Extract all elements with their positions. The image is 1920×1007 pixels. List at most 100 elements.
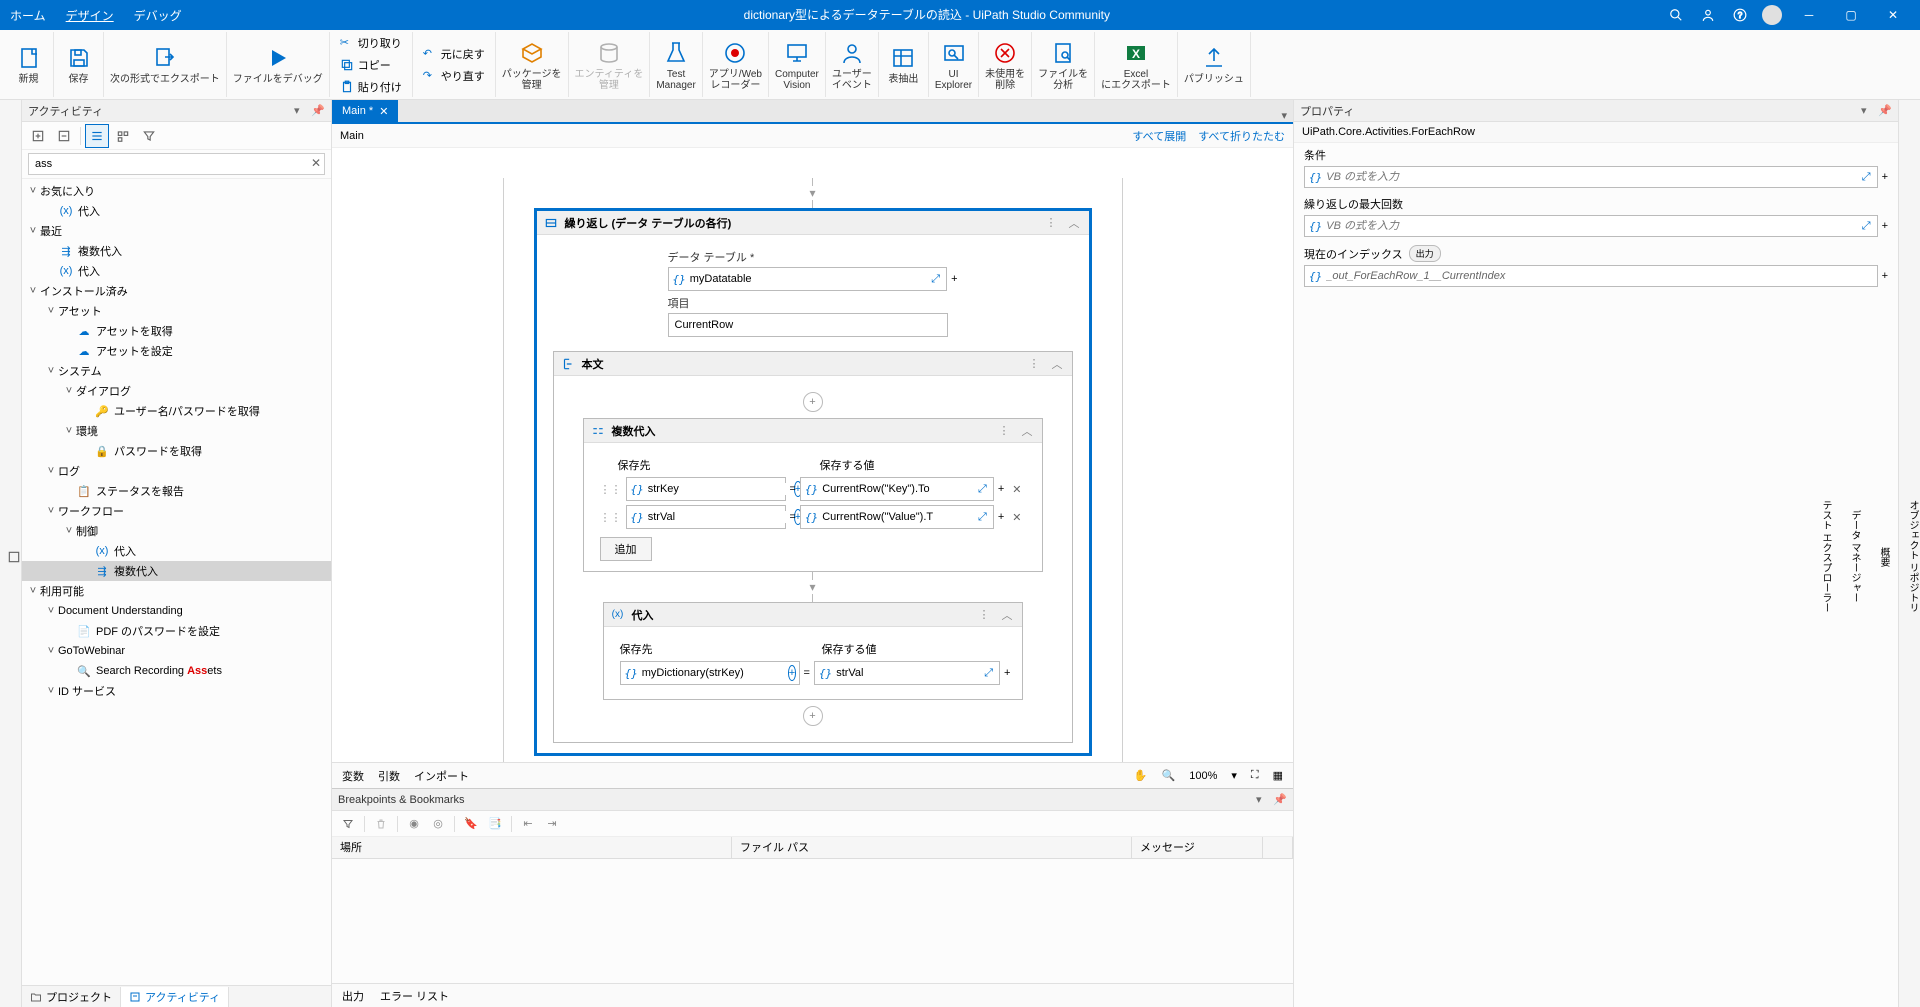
body-collapse-icon[interactable]: ︿ (1049, 356, 1066, 372)
menu-home[interactable]: ホーム (0, 7, 56, 24)
ribbon-publish[interactable]: パブリッシュ (1178, 32, 1251, 97)
multi-assign-menu-icon[interactable]: ⋮ (996, 424, 1013, 437)
maximize-button[interactable]: ▢ (1832, 0, 1870, 30)
data-table-input[interactable]: {} ⤢ (668, 267, 948, 291)
multi-assign-activity[interactable]: 複数代入 ⋮ ︿ 保存先 (583, 418, 1043, 572)
bp-col-filepath[interactable]: ファイル パス (732, 837, 1132, 858)
activities-search-input[interactable] (28, 153, 325, 175)
ribbon-save[interactable]: 保存 (54, 32, 104, 97)
bp-disable-icon[interactable]: ◎ (428, 814, 448, 834)
multi-assign-collapse-icon[interactable]: ︿ (1019, 423, 1036, 439)
tree-item-assign[interactable]: (x)代入 (22, 201, 331, 221)
tree-item-search_recording[interactable]: 🔍Search Recording Assets (22, 661, 331, 681)
activity-collapse-icon[interactable]: ︿ (1066, 215, 1083, 231)
bp-dropdown-icon[interactable]: ▾ (1256, 793, 1270, 807)
tree-item-set_asset[interactable]: ☁アセットを設定 (22, 341, 331, 361)
user-avatar[interactable] (1758, 0, 1786, 30)
tree-item-asset[interactable]: ˅アセット (22, 301, 331, 321)
expand-all-link[interactable]: すべて展開 (1132, 128, 1186, 144)
prop-condition-expand-icon[interactable]: ⤢ (1860, 171, 1873, 184)
tree-item-get_password[interactable]: 🔒パスワードを取得 (22, 441, 331, 461)
panel-dropdown-icon[interactable]: ▾ (294, 104, 308, 118)
ribbon-new[interactable]: 新規 (4, 32, 54, 97)
imports-tab[interactable]: インポート (414, 768, 469, 784)
assign-value-plus-icon[interactable]: + (1004, 667, 1010, 679)
overview-icon[interactable]: ▦ (1273, 769, 1283, 782)
expand-all-button[interactable] (26, 124, 50, 148)
props-dropdown-icon[interactable]: ▾ (1861, 104, 1875, 118)
rail-test-explorer[interactable]: テスト エクスプローラー (1818, 496, 1833, 617)
search-icon[interactable] (1662, 0, 1690, 30)
ribbon-table-extract[interactable]: 表抽出 (879, 32, 929, 97)
tree-item-doc_understanding[interactable]: ˅Document Understanding (22, 601, 331, 621)
expand-icon[interactable]: ⤢ (976, 483, 989, 496)
ribbon-ui-explorer[interactable]: UI Explorer (929, 32, 979, 97)
bp-pin-icon[interactable]: 📌 (1273, 793, 1287, 807)
assign-menu-icon[interactable]: ⋮ (976, 608, 993, 621)
panel-pin-icon[interactable]: 📌 (311, 104, 325, 118)
left-rail-snippets-label[interactable]: スニペット (0, 528, 1, 586)
tree-item-recent[interactable]: ˅最近 (22, 221, 331, 241)
plus-icon[interactable]: + (998, 483, 1004, 495)
prop-maxiter-plus-icon[interactable]: + (1882, 220, 1888, 232)
add-assignment-button[interactable]: 追加 (600, 537, 652, 561)
tree-item-multi_assign2[interactable]: ⇶複数代入 (22, 561, 331, 581)
assign-val-input-0[interactable]: {}⤢ (800, 477, 994, 501)
assign-collapse-icon[interactable]: ︿ (999, 607, 1016, 623)
tree-item-dialog[interactable]: ˅ダイアログ (22, 381, 331, 401)
drag-handle-icon[interactable]: ⋮⋮ (600, 511, 622, 524)
rail-data-manager[interactable]: データ マネージャー (1847, 506, 1862, 607)
add-datatable-icon[interactable]: + (951, 273, 957, 285)
tree-item-system[interactable]: ˅システム (22, 361, 331, 381)
bp-next-icon[interactable]: ⇥ (542, 814, 562, 834)
tree-item-environment[interactable]: ˅環境 (22, 421, 331, 441)
body-sequence[interactable]: 本文 ⋮ ︿ + 複 (553, 351, 1073, 743)
assign-val-input-1[interactable]: {}⤢ (800, 505, 994, 529)
ribbon-remove-unused[interactable]: 未使用を 削除 (979, 32, 1032, 97)
ribbon-computer-vision[interactable]: Computer Vision (769, 32, 826, 97)
ribbon-cut[interactable]: ✂切り取り (336, 33, 406, 53)
project-tab[interactable]: プロジェクト (22, 987, 121, 1007)
collapse-all-button[interactable] (52, 124, 76, 148)
rail-outline[interactable]: 概要 (1876, 543, 1891, 571)
ribbon-analyze-file[interactable]: ファイルを 分析 (1032, 32, 1095, 97)
expand-expression-icon[interactable]: ⤢ (929, 273, 942, 286)
ribbon-app-web-recorder[interactable]: アプリ/Web レコーダー (703, 32, 769, 97)
close-button[interactable]: ✕ (1874, 0, 1912, 30)
tree-item-assign2[interactable]: (x)代入 (22, 261, 331, 281)
collapse-all-link[interactable]: すべて折りたたむ (1198, 128, 1285, 144)
tree-item-report_status[interactable]: 📋ステータスを報告 (22, 481, 331, 501)
activity-menu-icon[interactable]: ⋮ (1043, 216, 1060, 229)
tree-item-id_service[interactable]: ˅ID サービス (22, 681, 331, 701)
bp-prev-icon[interactable]: ⇤ (518, 814, 538, 834)
activities-tab[interactable]: アクティビティ (121, 987, 229, 1007)
feedback-icon[interactable] (1694, 0, 1722, 30)
item-input[interactable] (668, 313, 948, 337)
error-list-tab[interactable]: エラー リスト (380, 988, 449, 1004)
bp-delete-icon[interactable] (371, 814, 391, 834)
assign-to-input-0[interactable]: {}+ (626, 477, 786, 501)
ribbon-redo[interactable]: ↷やり直す (419, 66, 489, 86)
body-menu-icon[interactable]: ⋮ (1026, 357, 1043, 370)
expand-icon[interactable]: ⤢ (976, 511, 989, 524)
breadcrumb-main[interactable]: Main (340, 130, 364, 142)
view-list-button[interactable] (111, 124, 135, 148)
arguments-tab[interactable]: 引数 (378, 768, 400, 784)
add-activity-top[interactable]: + (803, 392, 823, 412)
bp-col-location[interactable]: 場所 (332, 837, 732, 858)
ribbon-paste[interactable]: 貼り付け (336, 77, 406, 97)
pan-icon[interactable]: ✋ (1134, 769, 1148, 782)
zoom-dropdown-icon[interactable]: ▾ (1231, 769, 1237, 782)
for-each-row-activity[interactable]: 繰り返し (データ テーブルの各行) ⋮ ︿ データ テーブル * {} ⤢ (534, 208, 1092, 756)
ribbon-export-as[interactable]: 次の形式でエクスポート (104, 32, 227, 97)
tree-item-set_pdf_password[interactable]: 📄PDF のパスワードを設定 (22, 621, 331, 641)
view-tree-button[interactable] (85, 124, 109, 148)
zoom-level[interactable]: 100% (1189, 770, 1217, 782)
document-tab-main[interactable]: Main * ✕ (332, 100, 398, 122)
menu-design[interactable]: デザイン (56, 7, 124, 24)
plus-icon[interactable]: + (998, 511, 1004, 523)
tree-item-get_credentials[interactable]: 🔑ユーザー名/パスワードを取得 (22, 401, 331, 421)
rail-object-repo[interactable]: オブジェクト リポジトリ (1905, 496, 1920, 617)
fit-screen-icon[interactable]: ⛶ (1251, 769, 1259, 782)
ribbon-debug-file[interactable]: ファイルをデバッグ (227, 32, 330, 97)
